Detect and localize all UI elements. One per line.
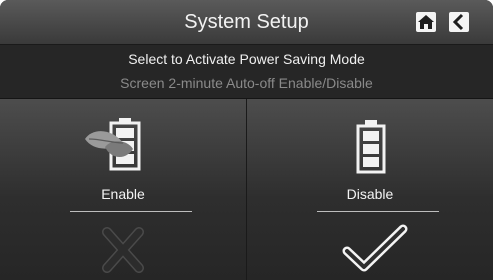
disable-option[interactable]: Disable: [247, 99, 493, 280]
instruction-text: Select to Activate Power Saving Mode: [128, 51, 365, 67]
eco-battery-icon: [85, 118, 141, 171]
enable-option[interactable]: Enable: [0, 99, 246, 280]
enable-label: Enable: [101, 186, 145, 202]
disable-label: Disable: [346, 186, 394, 202]
disable-underline: [317, 211, 439, 212]
home-button[interactable]: [416, 12, 436, 32]
battery-icon: [356, 120, 386, 174]
back-arrow-icon: [452, 13, 464, 31]
info-banner: Select to Activate Power Saving Mode Scr…: [0, 45, 493, 99]
checkmark-icon: [342, 224, 408, 272]
title-bar: System Setup: [0, 0, 493, 45]
cross-icon: [102, 227, 144, 273]
description-text: Screen 2-minute Auto-off Enable/Disable: [120, 75, 373, 91]
back-button[interactable]: [449, 12, 469, 32]
enable-underline: [70, 211, 192, 212]
system-setup-screen: System Setup Select to Activate Power Sa…: [0, 0, 493, 280]
home-icon: [418, 15, 434, 29]
